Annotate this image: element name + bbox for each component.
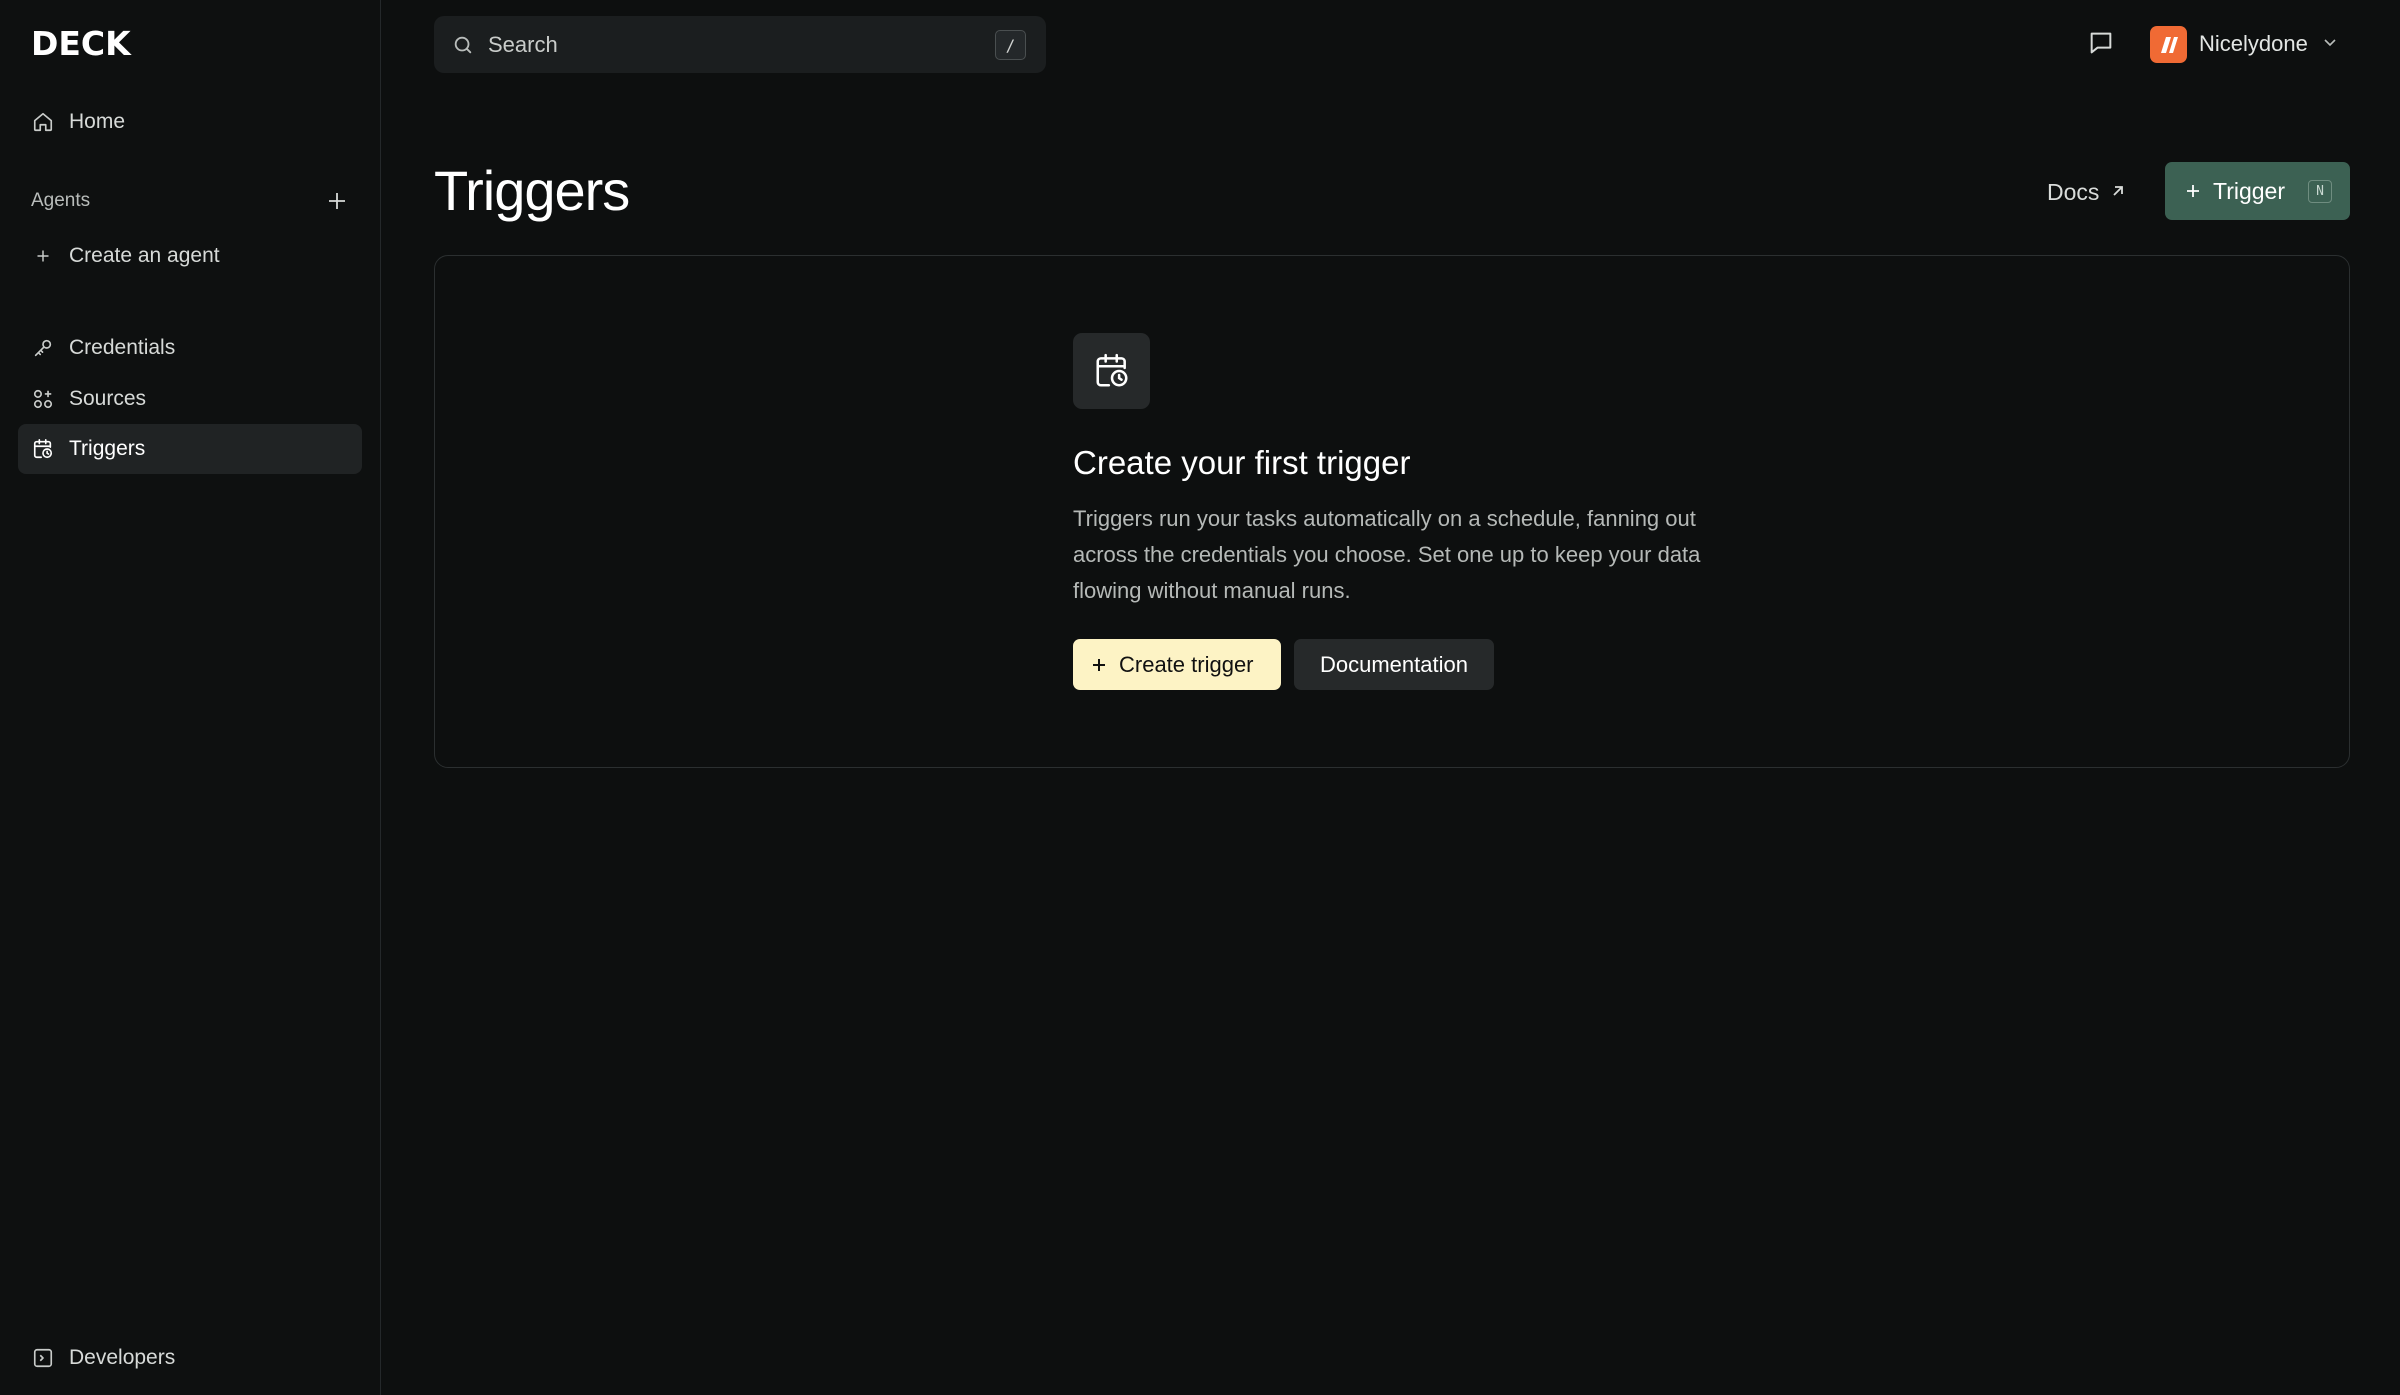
sidebar-item-credentials[interactable]: Credentials — [18, 323, 362, 373]
chevron-down-icon — [2322, 34, 2338, 55]
docs-label: Docs — [2047, 178, 2100, 205]
message-square-icon — [2087, 29, 2115, 62]
page-title: Triggers — [434, 159, 630, 222]
sidebar-item-label: Home — [69, 110, 126, 133]
plus-icon — [1091, 657, 1107, 673]
create-trigger-button[interactable]: Create trigger — [1073, 639, 1281, 690]
plus-icon — [2185, 183, 2201, 199]
org-switcher[interactable]: Nicelydone — [2150, 24, 2338, 64]
sidebar: DECK Home Agents Create an agent Credent… — [0, 0, 381, 1395]
home-icon — [31, 110, 55, 134]
plus-icon — [327, 191, 347, 216]
calendar-clock-icon — [1073, 333, 1150, 409]
sidebar-item-label: Developers — [69, 1346, 176, 1369]
documentation-label: Documentation — [1320, 651, 1468, 677]
sidebar-item-developers[interactable]: Developers — [18, 1333, 362, 1383]
new-trigger-shortcut-key: N — [2308, 180, 2332, 203]
search-shortcut-key: / — [995, 30, 1026, 60]
org-avatar — [2150, 25, 2187, 63]
sidebar-item-label: Credentials — [69, 336, 176, 359]
org-name: Nicelydone — [2199, 31, 2308, 56]
terminal-icon — [31, 1346, 55, 1370]
empty-state-card: Create your first trigger Triggers run y… — [434, 255, 2350, 768]
sidebar-item-home[interactable]: Home — [18, 97, 362, 147]
sidebar-item-triggers[interactable]: Triggers — [18, 424, 362, 474]
sidebar-item-label: Triggers — [69, 437, 146, 460]
create-agent-label: Create an agent — [69, 244, 220, 267]
logo[interactable]: DECK — [31, 27, 131, 60]
arrow-up-right-icon — [2099, 179, 2127, 206]
create-agent-button[interactable]: Create an agent — [18, 231, 362, 281]
new-trigger-button[interactable]: Trigger N — [2165, 162, 2350, 220]
documentation-button[interactable]: Documentation — [1294, 639, 1494, 690]
docs-link[interactable]: Docs — [2047, 176, 2127, 208]
plus-icon — [31, 244, 55, 268]
grid-plus-icon — [31, 387, 55, 411]
empty-state-description: Triggers run your tasks automatically on… — [1073, 506, 1701, 603]
calendar-clock-icon — [31, 437, 55, 461]
app-root: DECK Home Agents Create an agent Credent… — [0, 0, 2400, 1395]
search-icon — [452, 33, 476, 57]
search-input[interactable]: Search / — [434, 16, 1046, 73]
empty-state-title: Create your first trigger — [1073, 444, 1411, 481]
key-icon — [31, 336, 55, 360]
add-agent-button[interactable] — [322, 188, 352, 218]
create-trigger-label: Create trigger — [1119, 651, 1254, 677]
agents-section-label: Agents — [31, 190, 91, 211]
feedback-button[interactable] — [2084, 28, 2118, 62]
search-placeholder: Search — [488, 31, 558, 57]
sidebar-item-sources[interactable]: Sources — [18, 374, 362, 424]
new-trigger-label: Trigger — [2213, 177, 2285, 204]
sidebar-item-label: Sources — [69, 387, 147, 410]
